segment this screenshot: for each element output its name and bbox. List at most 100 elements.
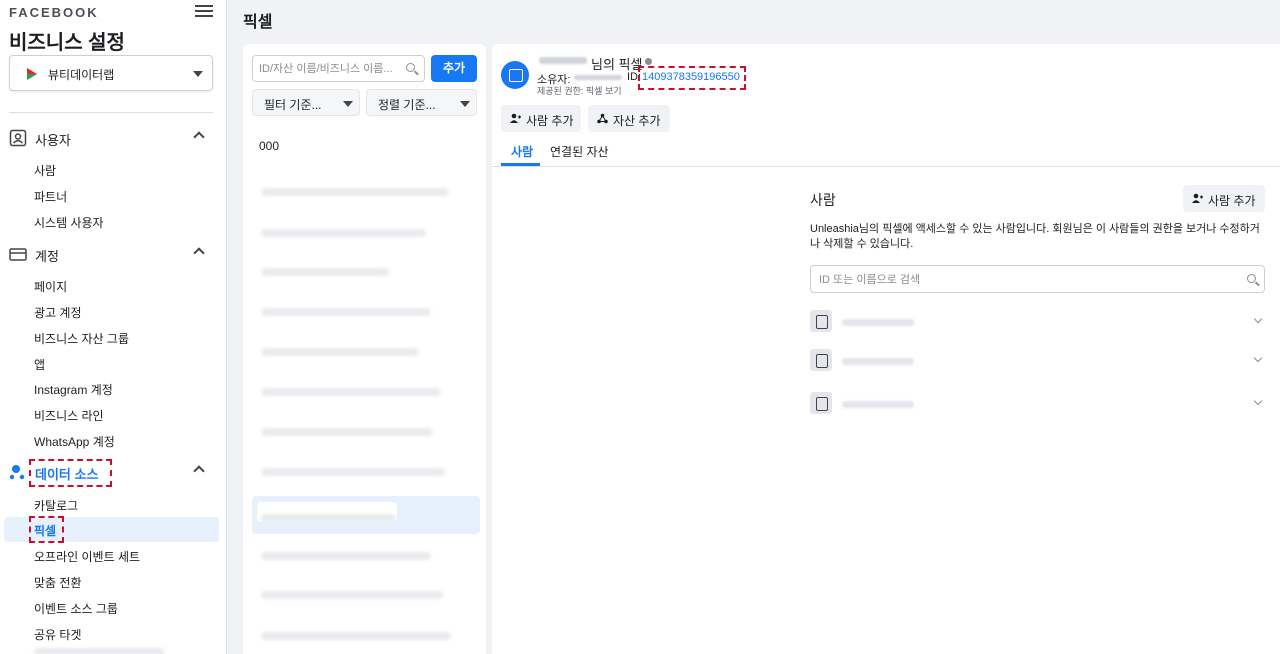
facebook-brand: FACEBOOK (9, 5, 99, 20)
blurred-list-item[interactable] (261, 388, 441, 396)
asset-search-field[interactable] (252, 55, 425, 82)
nav-business-asset-groups[interactable]: 비즈니스 자산 그룹 (34, 330, 129, 347)
data-sources-icon (9, 465, 25, 480)
nav-shared-audiences[interactable]: 공유 타겟 (34, 626, 82, 643)
search-icon (1247, 274, 1256, 283)
chevron-up-icon[interactable] (193, 131, 205, 143)
divider (9, 112, 213, 113)
nav-ad-accounts[interactable]: 광고 계정 (34, 304, 82, 321)
nav-pixels[interactable]: 픽셀 (34, 522, 56, 539)
chevron-up-icon[interactable] (193, 247, 205, 259)
nav-pages[interactable]: 페이지 (34, 278, 67, 295)
section-users[interactable]: 사용자 (9, 127, 213, 149)
blurred-list-item[interactable] (261, 632, 451, 640)
person-card-icon (810, 310, 832, 332)
nav-partners[interactable]: 파트너 (34, 188, 67, 205)
section-data-sources[interactable]: 데이터 소스 (9, 461, 213, 483)
people-add-label: 사람 추가 (1208, 194, 1256, 208)
people-search-field[interactable] (810, 265, 1265, 293)
sort-dropdown[interactable]: 정렬 기준... (366, 89, 477, 116)
blurred-nav-item (34, 648, 164, 654)
add-people-button[interactable]: 사람 추가 (501, 105, 581, 132)
person-row[interactable] (810, 349, 1265, 373)
blurred-person-name (842, 358, 914, 365)
permission-label: 제공된 권한: 픽셀 보기 (537, 86, 622, 96)
chevron-down-icon[interactable] (1253, 396, 1263, 406)
id-label: ID: (627, 71, 642, 83)
user-card-icon (9, 129, 27, 147)
add-person-icon (1192, 193, 1203, 203)
filter-dropdown-label: 필터 기준... (264, 98, 322, 112)
blurred-list-item[interactable] (261, 229, 426, 237)
person-row[interactable] (810, 310, 1265, 334)
nav-event-source-groups[interactable]: 이벤트 소스 그룹 (34, 600, 118, 617)
account-logo-icon (27, 68, 37, 80)
nav-custom-conversions[interactable]: 맞춤 전환 (34, 574, 82, 591)
blurred-person-name (842, 319, 914, 326)
nav-business-lines[interactable]: 비즈니스 라인 (34, 407, 104, 424)
blurred-list-item[interactable] (261, 188, 449, 196)
nav-system-users[interactable]: 시스템 사용자 (34, 214, 104, 231)
blurred-list-item[interactable] (261, 552, 431, 560)
person-row[interactable] (810, 392, 1265, 416)
list-item[interactable]: 000 (259, 139, 279, 153)
sidebar: FACEBOOK 비즈니스 설정 뷰티데이터랩 사용자 사람 파트너 시스템 사… (0, 0, 227, 654)
add-button[interactable]: 추가 (431, 55, 477, 82)
chevron-down-icon[interactable] (1253, 353, 1263, 363)
add-people-label: 사람 추가 (526, 114, 574, 128)
hamburger-menu-icon[interactable] (195, 2, 213, 20)
blurred-list-item[interactable] (261, 591, 443, 599)
add-person-icon (510, 113, 521, 123)
people-description: Unleashia님의 픽셀에 액세스할 수 있는 사람입니다. 회원님은 이 … (810, 223, 1260, 250)
pixel-id-value: 1409378359196550 (642, 71, 740, 83)
people-search-input[interactable] (819, 272, 1219, 288)
nav-whatsapp-accounts[interactable]: WhatsApp 계정 (34, 433, 115, 450)
nav-instagram-accounts[interactable]: Instagram 계정 (34, 381, 113, 398)
add-asset-label: 자산 추가 (613, 114, 661, 128)
filter-dropdown[interactable]: 필터 기준... (252, 89, 360, 116)
chevron-down-icon (193, 71, 203, 77)
people-section-title: 사람 (810, 192, 836, 208)
section-accounts[interactable]: 계정 (9, 243, 213, 265)
nav-catalogs[interactable]: 카탈로그 (34, 497, 78, 514)
add-asset-button[interactable]: 자산 추가 (588, 105, 670, 132)
status-dot (645, 58, 652, 65)
account-name: 뷰티데이터랩 (48, 68, 115, 82)
tab-divider (492, 166, 1280, 167)
person-card-icon (810, 392, 832, 414)
person-card-icon (810, 349, 832, 371)
tab-people[interactable]: 사람 (511, 143, 533, 160)
blurred-list-item[interactable] (261, 348, 419, 356)
blurred-list-item[interactable] (261, 428, 433, 436)
tab-connected-assets[interactable]: 연결된 자산 (550, 143, 609, 160)
page-title: 픽셀 (243, 14, 273, 31)
blurred-list-item[interactable] (261, 468, 445, 476)
people-add-button[interactable]: 사람 추가 (1183, 185, 1265, 212)
chevron-down-icon[interactable] (1253, 314, 1263, 324)
blurred-list-item[interactable] (261, 268, 389, 276)
chevron-down-icon (343, 101, 353, 107)
search-icon (406, 63, 415, 72)
blurred-owner-value (574, 75, 622, 80)
business-account-selector[interactable]: 뷰티데이터랩 (9, 55, 213, 91)
section-data-sources-label: 데이터 소스 (35, 467, 99, 482)
section-accounts-label: 계정 (35, 249, 59, 264)
business-settings-title: 비즈니스 설정 (9, 32, 125, 54)
pixel-code-icon (501, 61, 529, 89)
blurred-owner-name (539, 57, 587, 64)
briefcase-icon (9, 248, 27, 261)
asset-icon (597, 113, 608, 124)
chevron-up-icon[interactable] (193, 465, 205, 477)
sort-dropdown-label: 정렬 기준... (378, 98, 436, 112)
blurred-person-name (842, 401, 914, 408)
blurred-list-item[interactable] (261, 308, 431, 316)
nav-apps[interactable]: 앱 (34, 356, 45, 373)
nav-people[interactable]: 사람 (34, 162, 56, 179)
asset-search-input[interactable] (259, 60, 399, 78)
pixel-detail-panel: 님의 픽셀 소유자: ID: 1409378359196550 제공된 권한: … (492, 44, 1280, 654)
blurred-list-item[interactable] (261, 514, 396, 522)
nav-offline-event-sets[interactable]: 오프라인 이벤트 세트 (34, 548, 140, 565)
section-users-label: 사용자 (35, 133, 71, 148)
pixel-list-panel: 추가 필터 기준... 정렬 기준... 000 (243, 44, 486, 654)
chevron-down-icon (460, 101, 470, 107)
